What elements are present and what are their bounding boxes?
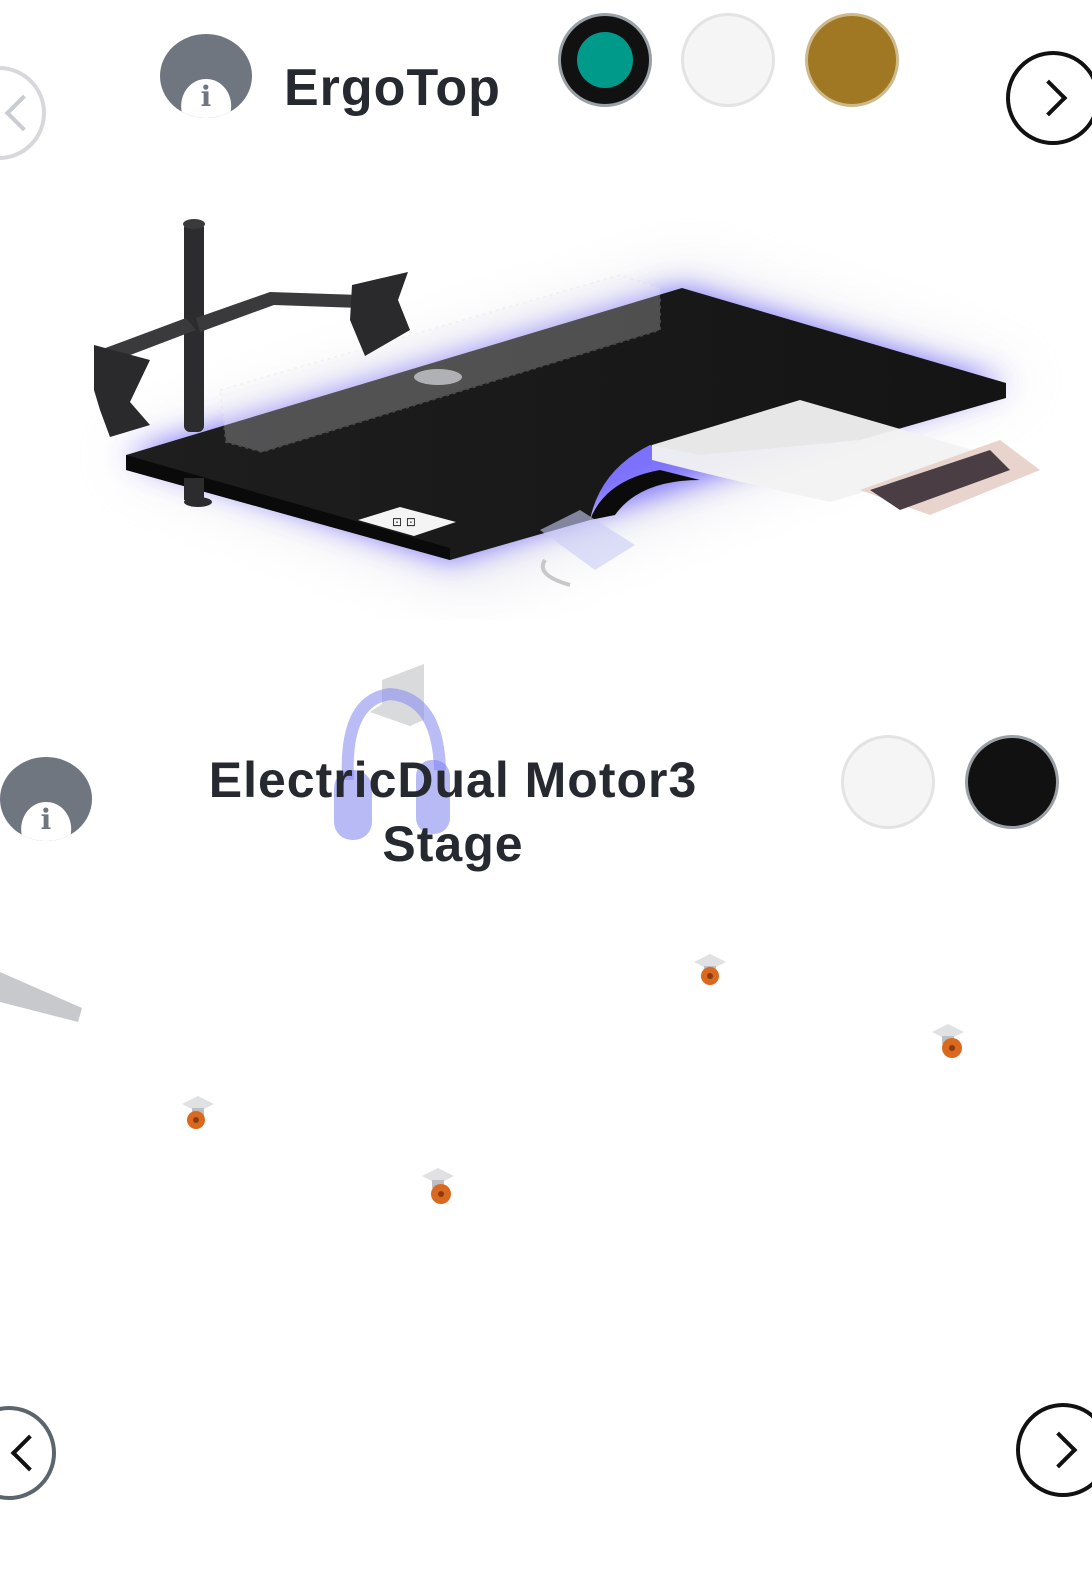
product-title-bottom: ElectricDual Motor3 Stage xyxy=(160,748,746,876)
prev-button-top[interactable] xyxy=(0,66,46,160)
product-title-bottom-line2: Stage xyxy=(382,816,524,872)
color-swatch-black-bottom[interactable] xyxy=(965,735,1059,829)
chevron-right-icon-bottom xyxy=(1040,1431,1078,1469)
next-button-bottom[interactable] xyxy=(1016,1403,1092,1497)
caster-4 xyxy=(422,1168,454,1204)
vesa-left xyxy=(94,345,150,437)
info-button-top[interactable]: i xyxy=(160,34,252,118)
caster-1 xyxy=(694,954,726,985)
color-swatch-white[interactable] xyxy=(681,13,775,107)
color-swatch-teal[interactable] xyxy=(558,13,652,107)
color-swatch-white-bottom[interactable] xyxy=(841,735,935,829)
frame-illustration xyxy=(0,954,964,1204)
caster-2 xyxy=(932,1024,964,1058)
color-swatch-gold[interactable] xyxy=(805,13,899,107)
outlet-sockets: ⊡ ⊡ xyxy=(392,515,416,529)
product-title-top: ErgoTop xyxy=(284,59,501,117)
chevron-right-icon xyxy=(1030,79,1068,117)
color-swatch-teal-fill xyxy=(577,32,633,88)
next-button-top[interactable] xyxy=(1006,51,1092,145)
grommet xyxy=(414,369,462,385)
chevron-left-icon xyxy=(4,94,42,132)
info-glyph-bottom: i xyxy=(40,802,52,836)
pole-clamp-base xyxy=(184,497,212,507)
info-button-bottom[interactable]: i xyxy=(0,757,92,841)
pole-clamp xyxy=(184,478,204,500)
product-title-bottom-line1: ElectricDual Motor3 xyxy=(208,752,698,808)
monitor-arm-right xyxy=(196,292,360,332)
desk-illustration: ⊡ ⊡ xyxy=(94,219,1040,590)
frame-beam xyxy=(0,972,82,1022)
chevron-left-icon-bottom xyxy=(10,1434,48,1472)
monitor-pole-cap xyxy=(183,219,205,229)
charge-waves xyxy=(540,558,571,587)
caster-3 xyxy=(182,1096,214,1129)
info-glyph: i xyxy=(200,79,212,113)
prev-button-bottom[interactable] xyxy=(0,1406,56,1500)
